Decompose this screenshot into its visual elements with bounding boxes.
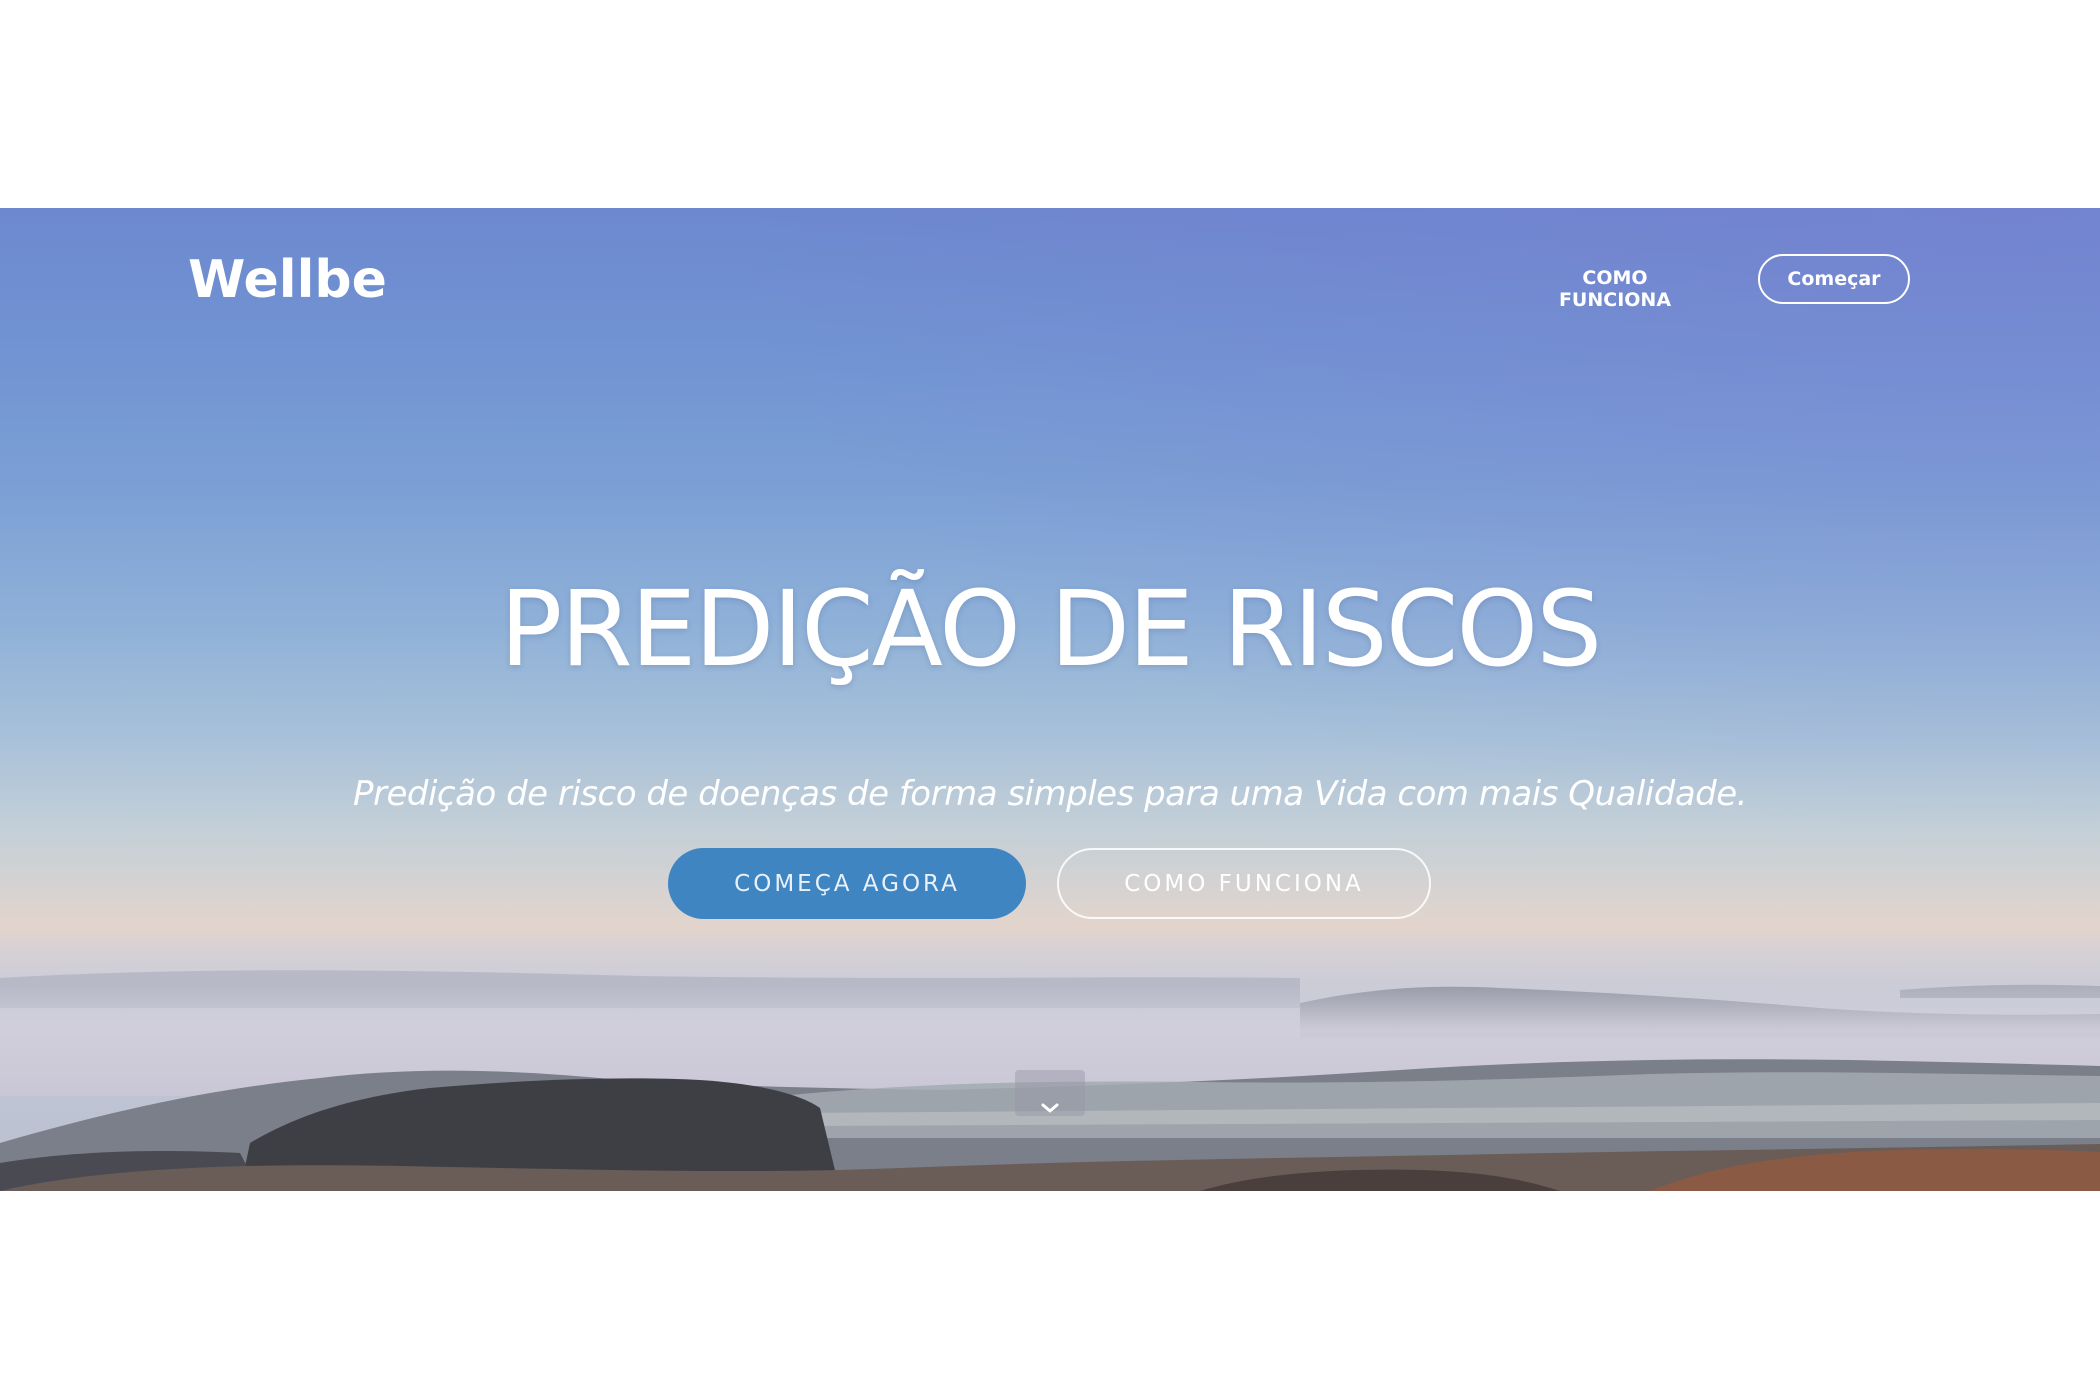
- hero-title: PREDIÇÃO DE RISCOS: [499, 567, 1603, 690]
- hero-subtitle: Predição de risco de doenças de forma si…: [353, 774, 1747, 814]
- scroll-down-button[interactable]: [1015, 1070, 1085, 1116]
- how-it-works-button[interactable]: COMO FUNCIONA: [1057, 848, 1431, 919]
- page: Wellbe COMO FUNCIONA Começar PREDIÇÃO DE…: [0, 0, 2100, 1400]
- brand-logo[interactable]: Wellbe: [188, 250, 387, 310]
- start-now-button[interactable]: COMEÇA AGORA: [668, 848, 1026, 919]
- start-button[interactable]: Começar: [1758, 254, 1910, 304]
- nav-link-how-it-works[interactable]: COMO FUNCIONA: [1524, 267, 1706, 311]
- hero-section: Wellbe COMO FUNCIONA Começar PREDIÇÃO DE…: [0, 208, 2100, 1191]
- chevron-down-icon: [1041, 1103, 1059, 1113]
- hero-landscape-image: [0, 970, 2100, 1191]
